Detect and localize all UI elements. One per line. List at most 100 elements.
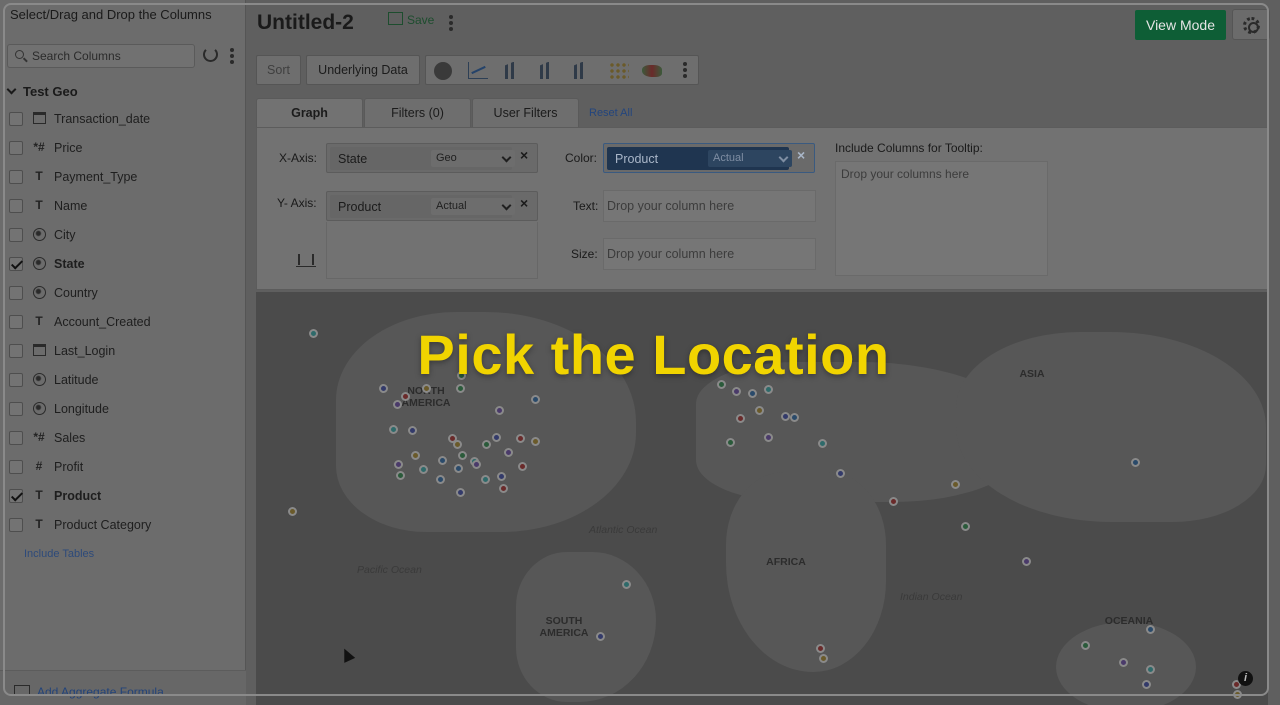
map-marker[interactable] — [836, 469, 845, 478]
column-checkbox[interactable] — [9, 460, 23, 474]
map-marker[interactable] — [1146, 625, 1155, 634]
map-marker[interactable] — [764, 433, 773, 442]
size-drop-zone[interactable]: Drop your column here — [603, 238, 816, 270]
map-marker[interactable] — [1146, 665, 1155, 674]
column-item[interactable]: *# Price — [9, 138, 239, 160]
map-marker[interactable] — [596, 632, 605, 641]
map-marker[interactable] — [394, 460, 403, 469]
add-aggregate-formula-link[interactable]: Add Aggregate Formula — [37, 685, 164, 699]
map-marker[interactable] — [736, 414, 745, 423]
header-more-icon[interactable] — [449, 15, 453, 31]
map-marker[interactable] — [419, 465, 428, 474]
y-axis-drop-area[interactable] — [326, 222, 538, 279]
map-marker[interactable] — [819, 654, 828, 663]
axis-settings-icon[interactable] — [296, 251, 316, 267]
map-marker[interactable] — [472, 460, 481, 469]
y-axis-aggregate-select[interactable]: Actual — [431, 198, 515, 215]
map-marker[interactable] — [1081, 641, 1090, 650]
y-axis-remove-icon[interactable]: × — [520, 196, 532, 210]
chart-types-more-icon[interactable] — [683, 62, 687, 78]
map-marker[interactable] — [516, 434, 525, 443]
map-marker[interactable] — [408, 426, 417, 435]
settings-button[interactable] — [1232, 9, 1270, 40]
reset-all-link[interactable]: Reset All — [589, 107, 632, 119]
map-marker[interactable] — [818, 439, 827, 448]
map-marker[interactable] — [401, 392, 410, 401]
scatter-chart-icon[interactable] — [609, 62, 629, 79]
column-item[interactable]: T Product Category — [9, 515, 239, 537]
map-marker[interactable] — [504, 448, 513, 457]
include-tables-link[interactable]: Include Tables — [24, 548, 94, 560]
map-marker[interactable] — [454, 464, 463, 473]
column-item[interactable]: Longitude — [9, 399, 239, 421]
map-marker[interactable] — [951, 480, 960, 489]
column-item[interactable]: City — [9, 225, 239, 247]
column-item[interactable]: Country — [9, 283, 239, 305]
map-marker[interactable] — [1022, 557, 1031, 566]
map-marker[interactable] — [492, 433, 501, 442]
search-box[interactable] — [7, 44, 195, 68]
color-aggregate-select[interactable]: Actual — [708, 150, 792, 167]
map-marker[interactable] — [961, 522, 970, 531]
map-marker[interactable] — [748, 389, 757, 398]
map-marker[interactable] — [732, 387, 741, 396]
map-marker[interactable] — [790, 413, 799, 422]
map-marker[interactable] — [482, 440, 491, 449]
column-checkbox[interactable] — [9, 489, 23, 503]
map-marker[interactable] — [393, 400, 402, 409]
map-chart-icon[interactable] — [642, 65, 662, 77]
column-checkbox[interactable] — [9, 257, 23, 271]
map-marker[interactable] — [531, 395, 540, 404]
x-axis-shelf[interactable]: State Geo × — [326, 143, 538, 173]
tooltip-drop-zone[interactable]: Drop your columns here — [835, 161, 1048, 276]
map-marker[interactable] — [1142, 680, 1151, 689]
map-marker[interactable] — [1233, 690, 1242, 699]
tab-user-filters[interactable]: User Filters — [472, 98, 579, 128]
report-title[interactable]: Untitled-2 — [257, 11, 354, 35]
map-marker[interactable] — [1131, 458, 1140, 467]
map-marker[interactable] — [755, 406, 764, 415]
bar-chart-icon[interactable] — [505, 62, 525, 79]
line-chart-icon[interactable] — [468, 62, 488, 79]
save-button[interactable]: Save — [388, 12, 434, 34]
map-marker[interactable] — [411, 451, 420, 460]
column-item[interactable]: T Product — [9, 486, 239, 508]
text-drop-zone[interactable]: Drop your column here — [603, 190, 816, 222]
grouped-bar-chart-icon[interactable] — [574, 62, 594, 79]
x-axis-remove-icon[interactable]: × — [520, 148, 532, 162]
map-marker[interactable] — [531, 437, 540, 446]
map-marker[interactable] — [518, 462, 527, 471]
map-marker[interactable] — [622, 580, 631, 589]
column-item[interactable]: *# Sales — [9, 428, 239, 450]
color-shelf[interactable]: Product Actual × — [603, 143, 815, 173]
stacked-bar-chart-icon[interactable] — [540, 62, 560, 79]
column-item[interactable]: State — [9, 254, 239, 276]
sort-button[interactable]: Sort — [256, 55, 301, 85]
map-marker[interactable] — [458, 451, 467, 460]
column-checkbox[interactable] — [9, 199, 23, 213]
map-marker[interactable] — [1119, 658, 1128, 667]
map-marker[interactable] — [389, 425, 398, 434]
y-axis-shelf[interactable]: Product Actual × — [326, 191, 538, 221]
sidebar-more-icon[interactable] — [230, 48, 234, 64]
column-checkbox[interactable] — [9, 431, 23, 445]
table-group-toggle[interactable]: Test Geo — [6, 84, 78, 99]
map-marker[interactable] — [497, 472, 506, 481]
pie-chart-icon[interactable] — [434, 62, 452, 80]
map-marker[interactable] — [481, 475, 490, 484]
map-marker[interactable] — [726, 438, 735, 447]
map-marker[interactable] — [438, 456, 447, 465]
column-checkbox[interactable] — [9, 170, 23, 184]
column-item[interactable]: T Name — [9, 196, 239, 218]
y-axis-pill[interactable]: Product Actual — [330, 195, 515, 218]
x-axis-aggregate-select[interactable]: Geo — [431, 150, 515, 167]
column-checkbox[interactable] — [9, 402, 23, 416]
column-checkbox[interactable] — [9, 286, 23, 300]
map-marker[interactable] — [816, 644, 825, 653]
search-input[interactable] — [32, 48, 192, 64]
info-icon[interactable]: i — [1238, 671, 1253, 686]
tab-filters[interactable]: Filters (0) — [364, 98, 471, 128]
column-checkbox[interactable] — [9, 112, 23, 126]
color-pill[interactable]: Product Actual — [607, 147, 792, 170]
map-marker[interactable] — [456, 488, 465, 497]
